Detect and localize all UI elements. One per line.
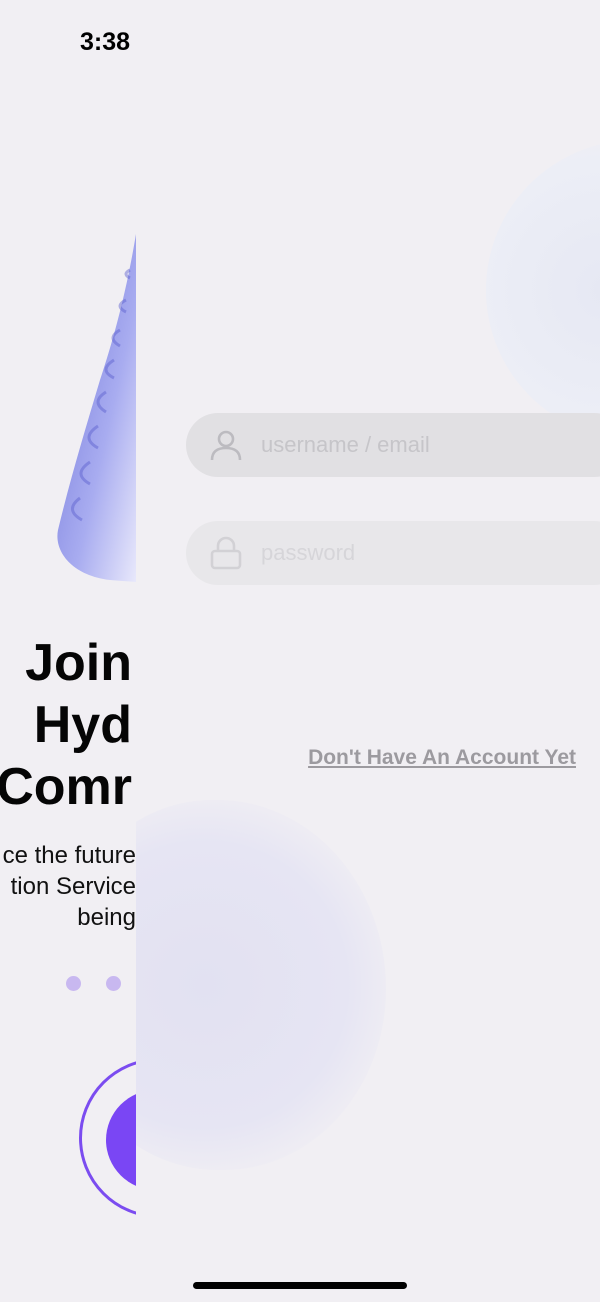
onboarding-title: Join Hyd Comr: [0, 634, 132, 816]
decorative-blob: [486, 140, 600, 440]
pager-dot[interactable]: [66, 976, 81, 991]
user-icon: [210, 430, 242, 461]
shell-illustration: [57, 234, 136, 582]
username-field[interactable]: [186, 413, 600, 477]
password-input[interactable]: [259, 539, 600, 567]
decorative-blob: [136, 800, 386, 1170]
pager-dot[interactable]: [106, 976, 121, 991]
signup-link[interactable]: Don't Have An Account Yet: [308, 746, 576, 770]
onboarding-description: ce the future tion Service being: [2, 842, 136, 931]
login-page: Don't Have An Account Yet: [136, 0, 600, 1220]
lock-icon: [210, 536, 242, 570]
password-field[interactable]: [186, 521, 600, 585]
home-indicator: [193, 1282, 407, 1289]
onboarding-page: Join Hyd Comr ce the future tion Service…: [0, 0, 136, 1220]
username-input[interactable]: [259, 431, 600, 459]
